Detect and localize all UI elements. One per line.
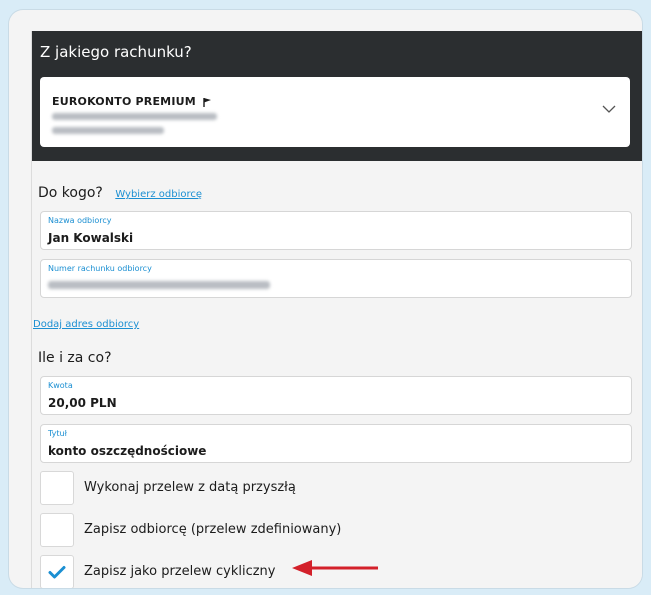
amount-label: Kwota: [48, 381, 73, 390]
account-name-row: EUROKONTO PREMIUM: [52, 95, 212, 108]
account-balance-redacted: [52, 127, 164, 134]
recipient-name-field[interactable]: Nazwa odbiorcy Jan Kowalski: [40, 211, 632, 250]
future-date-checkbox[interactable]: [40, 471, 74, 505]
transfer-card: Z jakiego rachunku? EUROKONTO PREMIUM Do: [9, 10, 642, 588]
payment-section-title: Ile i za co?: [38, 350, 112, 366]
add-address-link[interactable]: Dodaj adres odbiorcy: [33, 319, 139, 330]
checkmark-icon: [48, 566, 66, 579]
title-value: konto oszczędnościowe: [48, 444, 207, 458]
chevron-down-icon[interactable]: [602, 105, 616, 114]
recurring-label: Zapisz jako przelew cykliczny: [84, 564, 276, 579]
choose-recipient-link[interactable]: Wybierz odbiorcę: [115, 189, 202, 200]
recurring-checkbox[interactable]: [40, 555, 74, 588]
recipient-account-redacted: [48, 281, 270, 289]
recipient-name-label: Nazwa odbiorcy: [48, 216, 112, 225]
account-number-redacted: [52, 113, 217, 120]
red-arrow-icon: [292, 560, 378, 576]
source-account-section: Z jakiego rachunku? EUROKONTO PREMIUM: [32, 31, 642, 161]
source-account-title: Z jakiego rachunku?: [40, 43, 192, 61]
amount-field[interactable]: Kwota 20,00 PLN: [40, 376, 632, 415]
title-field[interactable]: Tytuł konto oszczędnościowe: [40, 424, 632, 463]
recipient-name-value: Jan Kowalski: [48, 231, 134, 245]
recipient-account-field[interactable]: Numer rachunku odbiorcy: [40, 259, 632, 298]
recipient-section-title: Do kogo? Wybierz odbiorcę: [38, 185, 202, 201]
amount-value: 20,00 PLN: [48, 396, 117, 410]
account-name: EUROKONTO PREMIUM: [52, 95, 196, 108]
account-select[interactable]: EUROKONTO PREMIUM: [40, 77, 630, 147]
transfer-form: Z jakiego rachunku? EUROKONTO PREMIUM Do: [31, 31, 642, 588]
future-date-label: Wykonaj przelew z datą przyszłą: [84, 480, 296, 495]
recipient-account-label: Numer rachunku odbiorcy: [48, 264, 152, 273]
add-address-row: Dodaj adres odbiorcy: [33, 312, 139, 331]
flag-icon: [203, 98, 211, 107]
title-label: Tytuł: [48, 429, 67, 438]
save-recipient-checkbox[interactable]: [40, 513, 74, 547]
recipient-title: Do kogo?: [38, 185, 103, 201]
save-recipient-label: Zapisz odbiorcę (przelew zdefiniowany): [84, 522, 342, 537]
